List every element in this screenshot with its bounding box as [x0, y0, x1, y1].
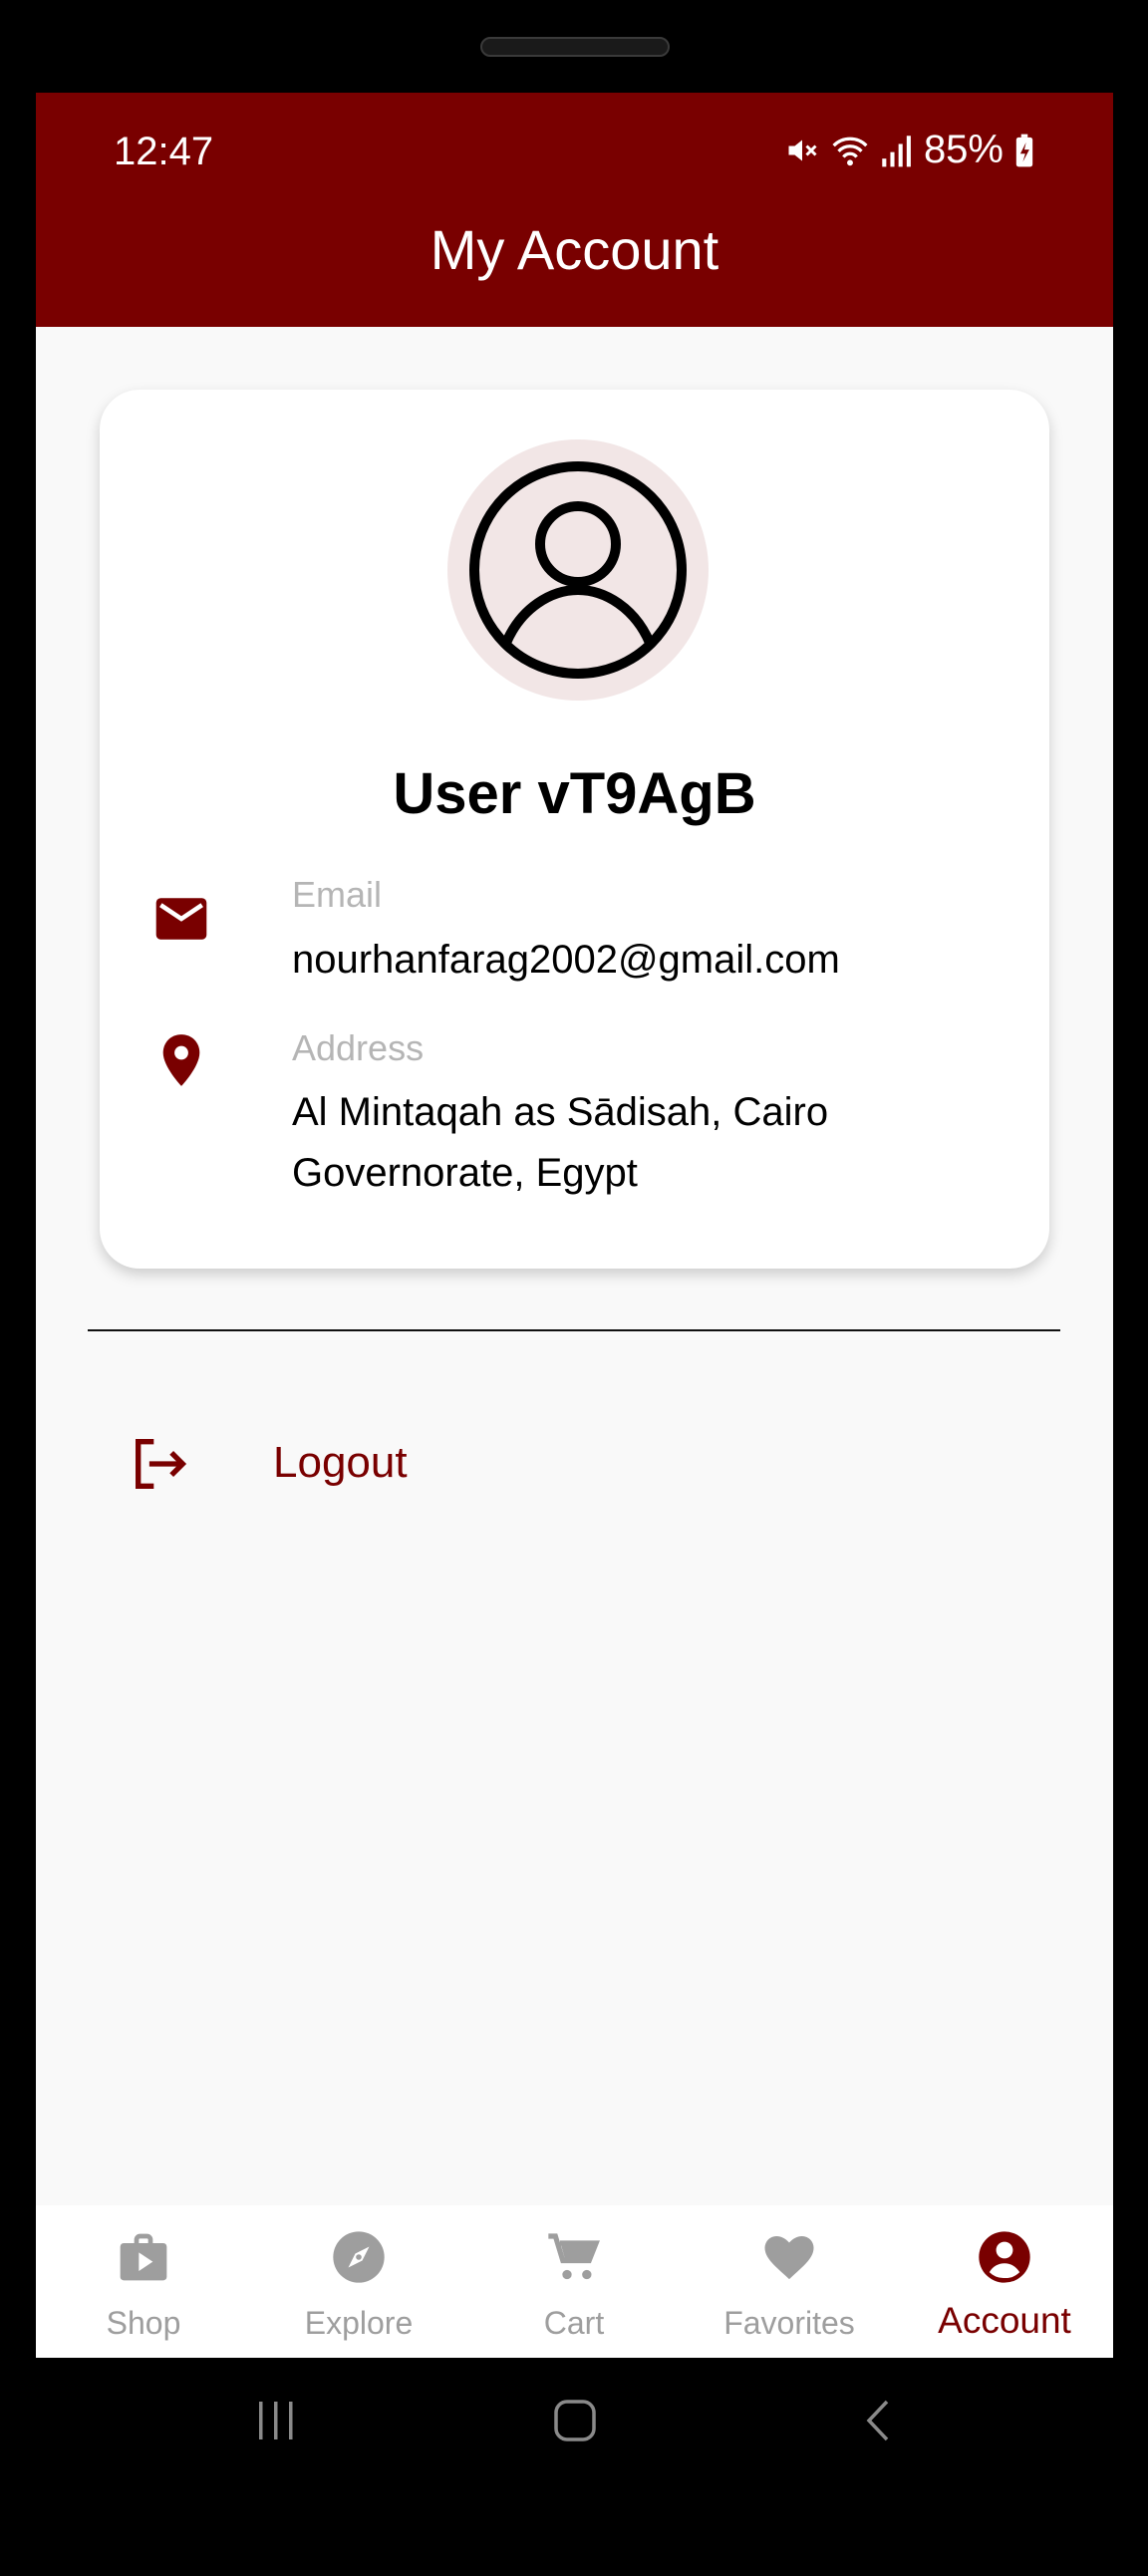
address-label: Address: [292, 1027, 425, 1068]
app-screen: 12:47 85% My Account User vT9AgB Email n…: [36, 93, 1113, 2358]
nav-item-cart[interactable]: Cart: [466, 2205, 682, 2358]
app-bar: 12:47 85% My Account: [36, 93, 1113, 327]
page-title: My Account: [430, 218, 719, 281]
signal-icon: [882, 135, 911, 166]
home-icon[interactable]: [552, 2398, 598, 2443]
nav-label-shop: Shop: [106, 2305, 181, 2341]
heart-icon: [764, 2236, 814, 2280]
compass-icon: [333, 2231, 385, 2283]
status-icons: 85%: [784, 128, 1035, 172]
back-icon[interactable]: [857, 2398, 903, 2443]
divider: [88, 1329, 1060, 1331]
phone-frame: 12:47 85% My Account User vT9AgB Email n…: [0, 0, 1148, 2576]
logout-button[interactable]: Logout: [132, 1418, 550, 1518]
logout-label: Logout: [273, 1438, 408, 1487]
nav-label-account: Account: [938, 2300, 1071, 2341]
address-value: Al Mintaqah as Sādisah, Cairo Governorat…: [292, 1090, 829, 1195]
user-name: User vT9AgB: [393, 761, 756, 826]
nav-item-account[interactable]: Account: [897, 2205, 1112, 2358]
earpiece-speaker: [480, 37, 670, 57]
recents-icon[interactable]: [253, 2398, 299, 2443]
avatar: [447, 439, 709, 701]
nav-label-explore: Explore: [304, 2305, 414, 2341]
location-pin-icon: [162, 1034, 200, 1086]
mute-icon: [788, 140, 817, 160]
nav-item-favorites[interactable]: Favorites: [682, 2205, 897, 2358]
battery-charging-icon: [1015, 134, 1033, 166]
nav-item-shop[interactable]: Shop: [36, 2205, 251, 2358]
nav-label-favorites: Favorites: [723, 2305, 855, 2341]
status-time: 12:47: [114, 130, 214, 173]
wifi-icon: [832, 137, 868, 165]
account-icon: [979, 2231, 1030, 2283]
email-label: Email: [292, 874, 383, 915]
account-circle-icon: [469, 461, 687, 679]
logout-icon: [136, 1439, 187, 1489]
mail-icon: [155, 898, 207, 940]
nav-item-explore[interactable]: Explore: [251, 2205, 466, 2358]
system-nav-bar: [36, 2358, 1113, 2517]
nav-label-cart: Cart: [543, 2305, 605, 2341]
email-value: nourhanfarag2002@gmail.com: [292, 938, 840, 982]
bottom-nav: Shop Explore Cart Favorites Account: [36, 2205, 1113, 2358]
cart-icon: [548, 2233, 600, 2280]
battery-percent: 85%: [923, 128, 1004, 171]
profile-card: User vT9AgB Email nourhanfarag2002@gmail…: [100, 390, 1049, 1269]
shopping-bag-icon: [120, 2233, 167, 2281]
